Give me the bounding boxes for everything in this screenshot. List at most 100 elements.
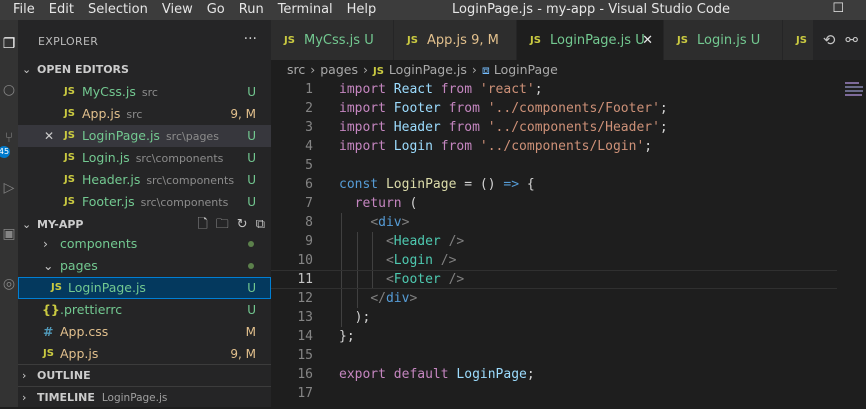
- project-header[interactable]: ⌄ MY-APP 🗋 🗀 ↻ ⧉: [18, 214, 271, 235]
- open-editor-item-active[interactable]: ✕ JS LoginPage.js src\pages U: [18, 125, 271, 147]
- editor-tabs: JS MyCss.js U JS App.js 9, M JS LoginPag…: [271, 20, 866, 60]
- js-file-icon: JS: [43, 348, 54, 359]
- open-editor-item[interactable]: JS Footer.js src\components U: [18, 191, 271, 213]
- menu-file[interactable]: File: [6, 2, 42, 17]
- code-line: 7 return (: [271, 194, 837, 213]
- new-folder-icon[interactable]: 🗀: [216, 214, 229, 235]
- git-status: U: [247, 129, 256, 143]
- outline-header[interactable]: › OUTLINE: [18, 364, 271, 386]
- breadcrumb-file[interactable]: LoginPage.js: [389, 62, 467, 77]
- folder-name: pages: [60, 258, 98, 273]
- tab-login[interactable]: JS Login.js U: [664, 20, 783, 60]
- project-label: MY-APP: [37, 218, 84, 231]
- tree-folder-components[interactable]: › components: [18, 233, 271, 255]
- code-editor[interactable]: 1 import React from 'react'; 2 import Foot…: [271, 80, 866, 407]
- git-status: U: [247, 151, 256, 165]
- code-line: 1 import React from 'react';: [271, 80, 837, 99]
- tree-file-app-js[interactable]: JS App.js 9, M: [18, 343, 271, 365]
- tab-status: U: [364, 33, 374, 48]
- file-path: src\pages: [165, 130, 219, 143]
- close-icon[interactable]: ✕: [44, 125, 54, 147]
- code-line: 4 import Login from '../components/Login'…: [271, 137, 837, 156]
- code-line: 14};: [271, 327, 837, 346]
- tab-mycss[interactable]: JS MyCss.js U: [271, 20, 394, 60]
- minimap[interactable]: [845, 80, 865, 120]
- explorer-title: EXPLORER: [38, 35, 99, 48]
- maximize-icon[interactable]: ☐: [832, 1, 844, 16]
- collapse-all-icon[interactable]: ⧉: [256, 214, 265, 235]
- open-editor-item[interactable]: JS Header.js src\components U: [18, 169, 271, 191]
- line-number: 4: [305, 139, 313, 154]
- file-path: src\components: [135, 152, 224, 165]
- open-editor-item[interactable]: JS MyCss.js src U: [18, 81, 271, 103]
- file-name: LoginPage.js: [82, 128, 160, 143]
- modified-dot-icon: [248, 241, 254, 247]
- tree-file-loginpage[interactable]: JS LoginPage.js U: [18, 277, 271, 299]
- tree-folder-pages[interactable]: ⌄ pages: [18, 255, 271, 277]
- file-name: MyCss.js: [82, 84, 136, 99]
- open-editors-header[interactable]: ⌄ OPEN EDITORS: [18, 59, 271, 80]
- symbol-class-icon: ⧈: [481, 62, 490, 77]
- tree-file-prettierrc[interactable]: {} .prettierrc U: [18, 299, 271, 321]
- file-path: src\components: [146, 174, 235, 187]
- js-file-icon: JS: [64, 130, 75, 141]
- code-line: 10 <Login />: [271, 251, 837, 270]
- menu-go[interactable]: Go: [200, 2, 232, 17]
- tab-status: 9, M: [471, 33, 499, 48]
- code-line: 13 );: [271, 308, 837, 327]
- tab-app[interactable]: JS App.js 9, M: [394, 20, 517, 60]
- css-file-icon: #: [43, 324, 54, 339]
- breadcrumb-pages[interactable]: pages: [320, 62, 358, 77]
- menu-edit[interactable]: Edit: [42, 2, 81, 17]
- breadcrumb-symbol[interactable]: LoginPage: [494, 62, 558, 77]
- explorer-sidebar: EXPLORER ··· ⌄ OPEN EDITORS JS MyCss.js s…: [18, 20, 271, 407]
- timeline-history-icon[interactable]: ⟲: [823, 31, 836, 49]
- extensions-icon[interactable]: ▣: [0, 226, 18, 242]
- timeline-header[interactable]: › TIMELINE LoginPage.js: [18, 386, 271, 408]
- tree-file-app-css[interactable]: # App.css M: [18, 321, 271, 343]
- timeline-file: LoginPage.js: [101, 392, 168, 404]
- chevron-down-icon: ⌄: [43, 258, 54, 273]
- refresh-icon[interactable]: ↻: [237, 214, 248, 235]
- menu-terminal[interactable]: Terminal: [271, 2, 340, 17]
- file-name: LoginPage.js: [68, 280, 146, 295]
- js-file-icon: JS: [64, 108, 75, 119]
- menu-run[interactable]: Run: [232, 2, 271, 17]
- line-number: 11: [297, 272, 313, 287]
- chevron-down-icon: ⌄: [22, 63, 32, 76]
- explorer-icon[interactable]: ❐: [0, 36, 18, 52]
- file-path: src\components: [140, 196, 229, 209]
- menu-bar: File Edit Selection View Go Run Terminal…: [6, 2, 383, 17]
- git-status: U: [247, 85, 256, 99]
- close-icon[interactable]: ✕: [642, 20, 653, 62]
- menu-selection[interactable]: Selection: [81, 2, 155, 17]
- line-number: 15: [297, 348, 313, 363]
- tab-overflow[interactable]: JS: [783, 20, 814, 60]
- file-name: App.js: [82, 106, 121, 121]
- open-editor-item[interactable]: JS App.js src 9, M: [18, 103, 271, 125]
- line-number: 2: [305, 101, 313, 116]
- line-number: 6: [305, 177, 313, 192]
- split-compare-icon[interactable]: ⚯: [845, 31, 858, 49]
- new-file-icon[interactable]: 🗋: [197, 214, 207, 235]
- more-actions-icon[interactable]: ···: [244, 31, 257, 47]
- js-file-icon: JS: [407, 35, 418, 46]
- code-line: 5: [271, 156, 837, 175]
- menu-view[interactable]: View: [155, 2, 200, 17]
- outline-label: OUTLINE: [37, 369, 91, 382]
- remote-icon[interactable]: ◎: [0, 276, 18, 292]
- search-icon[interactable]: ○: [0, 82, 18, 98]
- open-editor-item[interactable]: JS Login.js src\components U: [18, 147, 271, 169]
- js-file-icon: JS: [284, 35, 295, 46]
- run-debug-icon[interactable]: ▷: [0, 180, 18, 196]
- tab-loginpage[interactable]: JS LoginPage.js U ✕: [517, 20, 664, 60]
- menu-help[interactable]: Help: [340, 2, 384, 17]
- breadcrumb-src[interactable]: src: [287, 62, 305, 77]
- git-status: M: [245, 325, 256, 339]
- git-status: 9, M: [230, 347, 256, 361]
- code-line: 2 import Footer from '../components/Foote…: [271, 99, 837, 118]
- source-control-icon[interactable]: ⑂: [0, 130, 18, 146]
- js-file-icon: JS: [64, 86, 75, 97]
- js-file-icon: JS: [51, 282, 62, 293]
- code-line: 3 import Header from '../components/Heade…: [271, 118, 837, 137]
